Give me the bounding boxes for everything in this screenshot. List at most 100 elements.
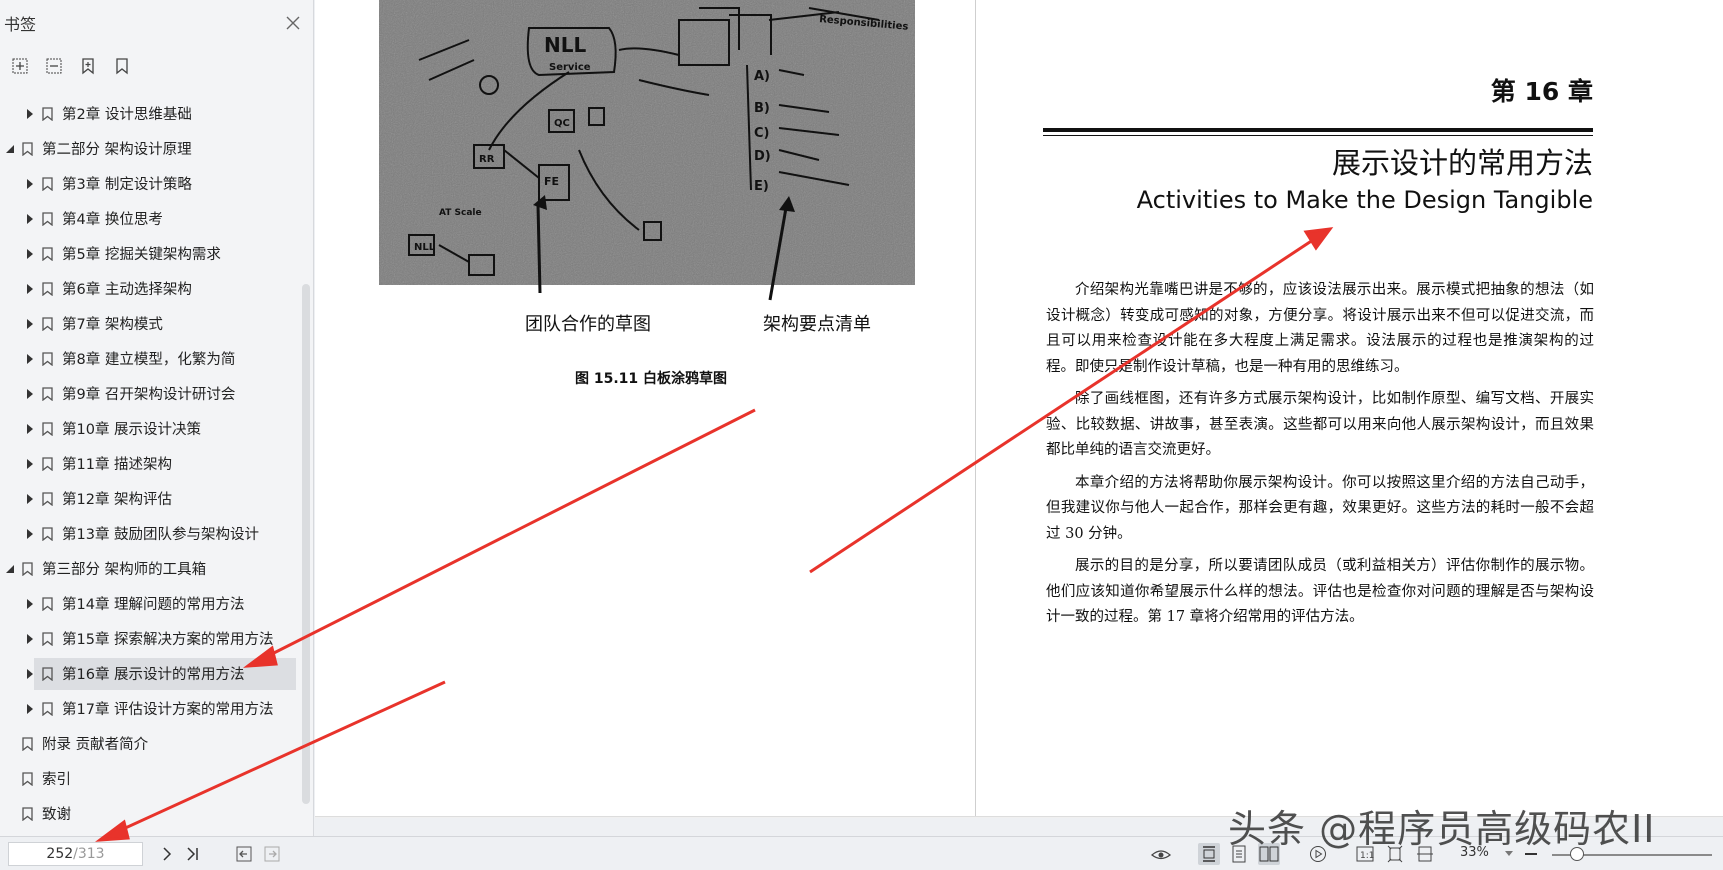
expand-caret-icon[interactable] — [24, 423, 36, 435]
bookmark-item[interactable]: 第14章 理解问题的常用方法 — [0, 586, 300, 621]
bookmark-label: 第9章 召开架构设计研讨会 — [62, 387, 236, 403]
bookmark-icon — [42, 421, 54, 436]
bookmark-tree: 第2章 设计思维基础 第二部分 架构设计原理 第3章 制定设计策略 第4章 换位思考第… — [0, 96, 300, 831]
expand-caret-icon[interactable] — [24, 668, 36, 680]
collapse-all-icon[interactable] — [44, 56, 64, 76]
bookmark-item[interactable]: 第2章 设计思维基础 — [0, 96, 300, 131]
bookmark-label: 第13章 鼓励团队参与架构设计 — [62, 527, 260, 543]
bookmark-item[interactable]: 第7章 架构模式 — [0, 306, 300, 341]
bookmark-icon — [42, 106, 54, 121]
expand-caret-icon[interactable] — [24, 353, 36, 365]
bookmark-icon — [42, 491, 54, 506]
bookmark-label: 第10章 展示设计决策 — [62, 422, 202, 438]
bookmark-item[interactable]: 第4章 换位思考 — [0, 201, 300, 236]
bookmark-item[interactable]: 第13章 鼓励团队参与架构设计 — [0, 516, 300, 551]
expand-caret-icon[interactable] — [24, 178, 36, 190]
bookmark-label: 第7章 架构模式 — [62, 317, 163, 333]
bookmark-item[interactable]: 第8章 建立模型，化繁为简 — [0, 341, 300, 376]
last-page-icon[interactable] — [182, 843, 204, 865]
expand-caret-icon[interactable] — [24, 703, 36, 715]
bookmark-item[interactable]: 第6章 主动选择架构 — [0, 271, 300, 306]
back-icon[interactable] — [233, 843, 255, 865]
eye-protection-icon[interactable] — [1150, 843, 1172, 865]
expand-all-icon[interactable] — [10, 56, 30, 76]
expand-caret-icon[interactable] — [24, 283, 36, 295]
chapter-number: 第 16 章 — [1490, 77, 1593, 106]
collapse-caret-icon[interactable] — [4, 563, 16, 575]
expand-caret-icon[interactable] — [24, 318, 36, 330]
collapse-caret-icon[interactable] — [4, 143, 16, 155]
bookmark-item[interactable]: 附录 贡献者简介 — [0, 726, 300, 761]
bookmark-label: 第8章 建立模型，化繁为简 — [62, 352, 236, 368]
bookmark-label: 第12章 架构评估 — [62, 492, 173, 508]
caret-spacer — [4, 773, 16, 785]
bookmarks-title: 书签 — [4, 15, 37, 34]
paragraph: 除了画线框图，还有许多方式展示架构设计，比如制作原型、编写文档、开展实验、比较数… — [1046, 391, 1594, 458]
bookmark-item[interactable]: 第5章 挖掘关键架构需求 — [0, 236, 300, 271]
next-page-icon[interactable] — [156, 843, 178, 865]
bookmark-icon — [42, 456, 54, 471]
bookmark-icon — [42, 701, 54, 716]
bookmark-icon — [42, 351, 54, 366]
expand-caret-icon[interactable] — [24, 528, 36, 540]
page-number-input[interactable]: 252/313 — [8, 842, 143, 866]
bookmark-icon — [22, 806, 34, 821]
bookmark-icon — [42, 176, 54, 191]
expand-caret-icon[interactable] — [24, 213, 36, 225]
title-rule-thin — [1043, 135, 1593, 136]
bookmark-label: 第2章 设计思维基础 — [62, 107, 192, 123]
total-pages: /313 — [73, 846, 105, 862]
chapter-body: 介绍架构光靠嘴巴讲是不够的，应该设法展示出来。展示模式把抽象的想法（如设计概念）… — [1046, 278, 1594, 638]
bookmark-item[interactable]: 第11章 描述架构 — [0, 446, 300, 481]
bookmark-label: 索引 — [42, 772, 71, 788]
watermark: 头条 @程序员高级码农II — [1228, 807, 1656, 851]
bookmark-label: 第三部分 架构师的工具箱 — [42, 562, 207, 578]
bookmark-item[interactable]: 致谢 — [0, 796, 300, 831]
page-divider — [975, 0, 976, 818]
bookmark-label: 第3章 制定设计策略 — [62, 177, 192, 193]
paragraph: 本章介绍的方法将帮助你展示架构设计。你可以按照这里介绍的方法自己动手，但我建议你… — [1046, 474, 1594, 542]
expand-caret-icon[interactable] — [24, 493, 36, 505]
expand-caret-icon[interactable] — [24, 108, 36, 120]
bookmark-item[interactable]: 第9章 召开架构设计研讨会 — [0, 376, 300, 411]
bookmark-item[interactable]: 第3章 制定设计策略 — [0, 166, 300, 201]
bookmarks-toolbar — [0, 46, 313, 86]
paragraph: 介绍架构光靠嘴巴讲是不够的，应该设法展示出来。展示模式把抽象的想法（如设计概念）… — [1046, 282, 1594, 375]
bookmark-icon — [42, 316, 54, 331]
document-view[interactable]: NLL Service Responsibilities A) B) C) D)… — [315, 0, 1723, 818]
expand-caret-icon[interactable] — [24, 248, 36, 260]
expand-caret-icon[interactable] — [24, 458, 36, 470]
expand-caret-icon[interactable] — [24, 633, 36, 645]
bookmark-item[interactable]: 第12章 架构评估 — [0, 481, 300, 516]
bookmark-item[interactable]: 第17章 评估设计方案的常用方法 — [0, 691, 300, 726]
bookmark-item[interactable]: 第10章 展示设计决策 — [0, 411, 300, 446]
bookmarks-header: 书签 — [0, 0, 313, 46]
forward-icon[interactable] — [261, 843, 283, 865]
close-icon[interactable] — [281, 11, 305, 35]
bookmark-icon — [42, 666, 54, 681]
bookmark-label: 附录 贡献者简介 — [42, 737, 149, 753]
bookmark-item[interactable]: 索引 — [0, 761, 300, 796]
title-rule — [1043, 128, 1593, 132]
figure-caption: 图 15.11 白板涂鸦草图 — [575, 371, 728, 387]
chapter-subtitle: Activities to Make the Design Tangible — [1136, 186, 1593, 214]
bookmark-label: 第5章 挖掘关键架构需求 — [62, 247, 221, 263]
bookmark-icon — [42, 211, 54, 226]
bookmark-label: 第11章 描述架构 — [62, 457, 173, 473]
caret-spacer — [4, 738, 16, 750]
bookmark-item[interactable]: 第三部分 架构师的工具箱 — [0, 551, 300, 586]
bookmark-icon[interactable] — [112, 56, 132, 76]
bookmark-label: 第14章 理解问题的常用方法 — [62, 597, 245, 613]
bookmark-item[interactable]: 第二部分 架构设计原理 — [0, 131, 300, 166]
add-bookmark-icon[interactable] — [78, 56, 98, 76]
callout-architecture-checklist: 架构要点清单 — [763, 314, 871, 335]
bookmark-item[interactable]: 第16章 展示设计的常用方法 — [0, 656, 300, 691]
expand-caret-icon[interactable] — [24, 388, 36, 400]
expand-caret-icon[interactable] — [24, 598, 36, 610]
bookmark-icon — [42, 631, 54, 646]
bookmark-label: 第4章 换位思考 — [62, 212, 163, 228]
pdf-reader-window: 书签 第2章 设计思维基础第二部分 架构设计原理第3章 制定设计策略 第4章 换位… — [0, 0, 1723, 870]
bookmark-item[interactable]: 第15章 探索解决方案的常用方法 — [0, 621, 300, 656]
single-page-icon[interactable] — [1198, 843, 1220, 865]
sidebar-scrollbar[interactable] — [302, 284, 310, 804]
